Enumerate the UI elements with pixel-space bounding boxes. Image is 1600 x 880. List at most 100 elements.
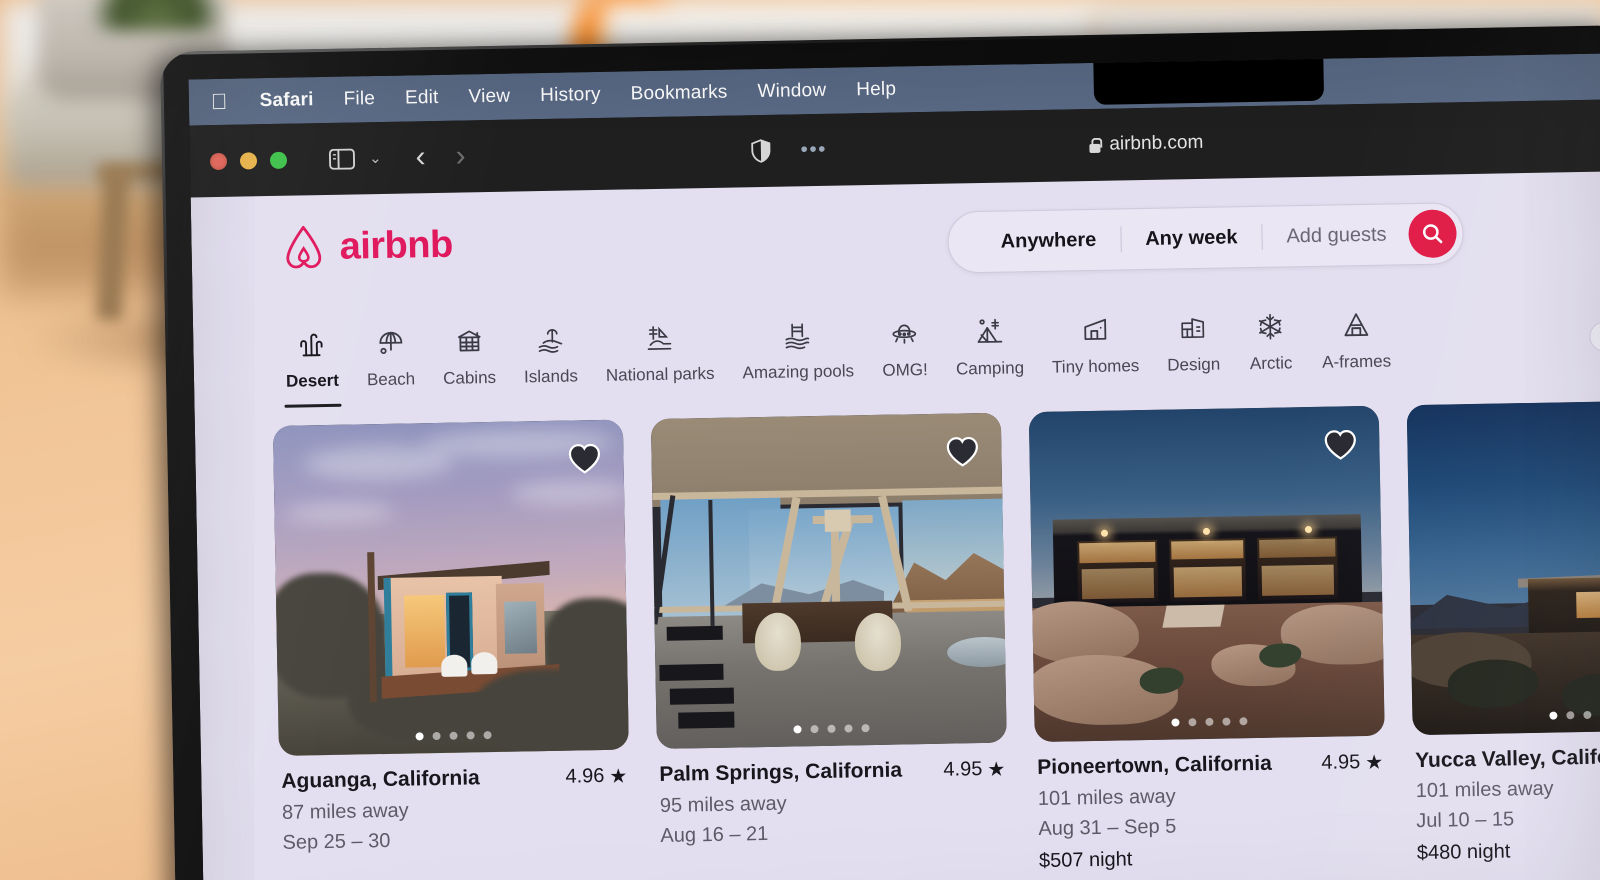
listing-card[interactable]: Pioneertown, California 4.95 ★ 101 miles… — [1028, 405, 1387, 873]
menu-item-help[interactable]: Help — [856, 79, 896, 102]
airbnb-logo[interactable]: airbnb — [281, 222, 453, 271]
menu-item-safari[interactable]: Safari — [259, 89, 313, 112]
search-dates-field[interactable]: Any week — [1121, 225, 1262, 251]
listing-rating: 4.96 ★ — [565, 764, 627, 790]
minimize-window-button[interactable] — [239, 151, 258, 170]
carousel-dot[interactable] — [1549, 711, 1558, 720]
carousel-dot[interactable] — [810, 725, 819, 734]
listing-title: Yucca Valley, Californ — [1414, 745, 1600, 773]
category-desert[interactable]: Desert — [271, 329, 353, 408]
category-tiny-homes[interactable]: Tiny homes — [1037, 314, 1154, 394]
carousel-dot[interactable] — [466, 731, 475, 740]
window-controls[interactable] — [209, 151, 288, 170]
search-submit-button[interactable] — [1408, 209, 1457, 259]
carousel-dot[interactable] — [483, 731, 492, 740]
category-arctic[interactable]: Arctic — [1233, 311, 1308, 390]
menu-item-file[interactable]: File — [343, 88, 375, 111]
carousel-dot[interactable] — [827, 724, 836, 733]
listing-photo-palm-springs[interactable] — [650, 412, 1007, 750]
listing-photo-aguanga[interactable] — [272, 419, 629, 756]
listing-card[interactable]: Yucca Valley, Californ 101 miles away Ju… — [1406, 398, 1600, 866]
rating-value: 4.95 — [1321, 751, 1361, 774]
carousel-dot[interactable] — [415, 732, 424, 741]
carousel-dot[interactable] — [449, 731, 458, 740]
carousel-dot[interactable] — [1222, 717, 1231, 726]
umbrella-icon — [375, 328, 406, 359]
carousel-dot[interactable] — [1583, 710, 1592, 720]
url-text: airbnb.com — [1109, 131, 1204, 155]
carousel-dot[interactable] — [1566, 711, 1575, 720]
category-islands[interactable]: Islands — [509, 324, 592, 403]
favorite-heart-icon[interactable] — [1323, 428, 1358, 461]
favorite-heart-icon[interactable] — [945, 435, 980, 468]
listing-price: $480 night — [1416, 840, 1511, 865]
category-label: Amazing pools — [742, 361, 855, 383]
listing-photo-pioneertown[interactable] — [1028, 405, 1385, 743]
search-guests-field[interactable]: Add guests — [1262, 223, 1408, 249]
listing-info: Aguanga, California 4.96 ★ 87 miles away… — [279, 750, 631, 855]
category-label: Arctic — [1249, 353, 1293, 374]
category-omg[interactable]: OMG! — [867, 318, 942, 397]
carousel-dot[interactable] — [793, 725, 802, 734]
category-national-parks[interactable]: National parks — [591, 322, 729, 402]
listing-grid: Aguanga, California 4.96 ★ 87 miles away… — [195, 383, 1600, 880]
search-icon — [1422, 224, 1443, 244]
category-label: Design — [1167, 354, 1221, 375]
category-amazing-pools[interactable]: Amazing pools — [728, 319, 869, 400]
category-label: Islands — [523, 366, 579, 387]
menu-item-window[interactable]: Window — [757, 80, 826, 103]
category-cabins[interactable]: Cabins — [428, 326, 510, 405]
carousel-dot[interactable] — [1205, 717, 1214, 726]
back-button[interactable]: ‹ — [415, 140, 426, 174]
chevron-down-icon[interactable]: ⌄ — [369, 149, 382, 167]
category-design[interactable]: Design — [1152, 312, 1234, 391]
apple-menu-icon[interactable]:  — [211, 89, 228, 114]
category-label: Tiny homes — [1051, 356, 1140, 377]
forward-button[interactable]: › — [455, 139, 466, 173]
listing-dates: Aug 31 – Sep 5 — [1038, 815, 1177, 841]
carousel-dot[interactable] — [432, 731, 441, 741]
close-window-button[interactable] — [209, 152, 228, 170]
carousel-dot[interactable] — [1239, 717, 1248, 726]
toolbar-overflow-icon[interactable]: ••• — [800, 138, 827, 162]
cabin-icon — [454, 326, 485, 357]
favorite-heart-icon[interactable] — [567, 442, 602, 475]
laptop-screen:  Safari File Edit View History Bookmark… — [188, 53, 1600, 880]
menu-item-history[interactable]: History — [540, 84, 601, 107]
cactus-icon — [297, 329, 328, 360]
carousel-dot[interactable] — [844, 724, 853, 733]
category-beach[interactable]: Beach — [352, 327, 430, 406]
menu-item-bookmarks[interactable]: Bookmarks — [630, 82, 727, 106]
category-camping[interactable]: Camping — [941, 316, 1038, 396]
island-icon — [535, 325, 566, 356]
maximize-window-button[interactable] — [269, 151, 288, 169]
snowflake-icon — [1255, 311, 1286, 342]
listing-distance: 87 miles away — [281, 799, 409, 824]
menu-item-edit[interactable]: Edit — [405, 87, 439, 110]
address-bar[interactable]: airbnb.com — [1088, 132, 1203, 156]
privacy-shield-icon[interactable] — [750, 139, 770, 163]
search-location-field[interactable]: Anywhere — [976, 228, 1120, 254]
listing-dates: Sep 25 – 30 — [282, 829, 391, 854]
category-label: Desert — [285, 370, 340, 391]
listing-title: Aguanga, California — [281, 766, 480, 793]
airbnb-webpage: airbnb Anywhere Any week Add guests Dese… — [190, 171, 1600, 880]
menu-item-view[interactable]: View — [468, 86, 510, 109]
carousel-dot[interactable] — [1188, 718, 1197, 727]
listing-card[interactable]: Palm Springs, California 4.95 ★ 95 miles… — [650, 412, 1009, 880]
category-label: OMG! — [882, 359, 928, 380]
listing-photo-yucca-valley[interactable] — [1406, 398, 1600, 736]
design-icon — [1178, 313, 1209, 344]
sidebar-toggle-icon[interactable] — [328, 148, 356, 170]
carousel-dot[interactable] — [861, 724, 870, 733]
listing-card[interactable]: Aguanga, California 4.96 ★ 87 miles away… — [272, 419, 631, 880]
star-icon: ★ — [609, 765, 628, 788]
search-bar[interactable]: Anywhere Any week Add guests — [947, 202, 1465, 274]
tinyhome-icon — [1080, 315, 1111, 346]
category-label: A-frames — [1322, 351, 1392, 372]
macbook-notch — [1093, 56, 1325, 105]
carousel-dot[interactable] — [1171, 718, 1180, 727]
airbnb-wordmark: airbnb — [339, 223, 454, 268]
ufo-icon — [889, 318, 920, 349]
category-a-frames[interactable]: A-frames — [1307, 309, 1405, 389]
